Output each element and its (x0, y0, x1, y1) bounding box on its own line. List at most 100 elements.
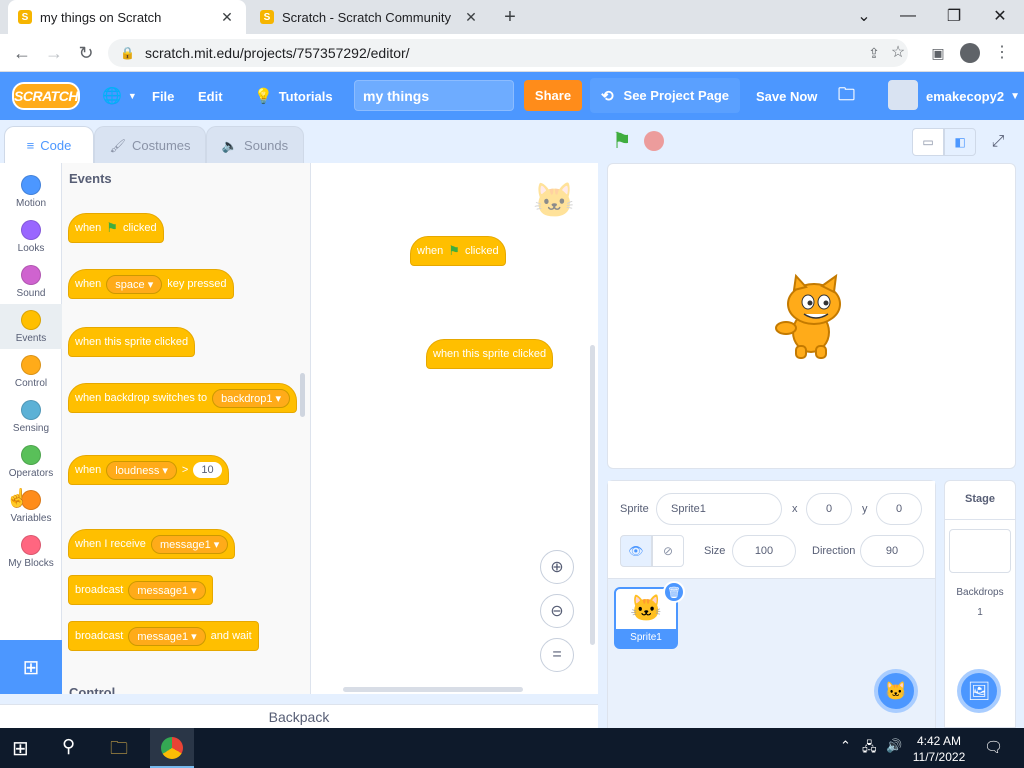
close-tab-icon[interactable]: ✕ (218, 9, 236, 26)
y-input[interactable]: 0 (876, 493, 922, 525)
category-operators[interactable]: Operators (0, 439, 62, 484)
network-icon[interactable]: 🖧 (862, 738, 877, 760)
category-my-blocks[interactable]: My Blocks (0, 529, 62, 574)
key-dropdown[interactable]: space ▾ (106, 274, 163, 294)
bookmark-star-icon[interactable]: ☆ (886, 42, 910, 64)
category-looks[interactable]: Looks (0, 214, 62, 259)
chrome-taskbar-item[interactable] (150, 728, 194, 768)
hide-sprite-eye-slash-icon[interactable]: ⊘ (652, 535, 684, 567)
windows-start-icon[interactable]: ⊞ (12, 736, 29, 761)
search-icon[interactable]: ⚲ (62, 736, 75, 757)
profile-icon[interactable] (960, 43, 980, 63)
block-when-flag-clicked[interactable]: when ⚑ clicked (68, 213, 164, 243)
category-control[interactable]: Control (0, 349, 62, 394)
tutorials-button[interactable]: 💡 Tutorials (254, 72, 333, 120)
tab-costumes[interactable]: 🖌 Costumes (94, 126, 206, 164)
account-menu[interactable]: emakecopy2 ▼ (926, 72, 1020, 120)
show-sprite-eye-icon[interactable]: 👁 (620, 535, 652, 567)
script-vertical-scrollbar[interactable] (590, 345, 595, 645)
edit-menu[interactable]: Edit (198, 72, 223, 120)
share-button[interactable]: Share (524, 80, 582, 111)
loudness-dropdown[interactable]: loudness ▾ (106, 460, 177, 480)
fullscreen-icon[interactable]: ⤢ (984, 128, 1012, 156)
x-input[interactable]: 0 (806, 493, 852, 525)
backdrop-thumbnail[interactable] (949, 529, 1011, 573)
zoom-reset-icon[interactable]: = (540, 638, 574, 672)
save-now-button[interactable]: Save Now (756, 72, 817, 120)
size-label: Size (704, 545, 726, 557)
see-project-page-button[interactable]: ⟲ See Project Page (590, 78, 740, 113)
sprite-name-input[interactable]: Sprite1 (656, 493, 782, 525)
tab-sounds[interactable]: 🔈 Sounds (206, 126, 304, 164)
block-when-sprite-clicked[interactable]: when this sprite clicked (68, 327, 196, 357)
restore-icon[interactable]: ❐ (932, 4, 976, 28)
file-menu[interactable]: File (152, 72, 174, 120)
tray-chevron-up-icon[interactable]: ⌃ (840, 738, 851, 754)
window-close-icon[interactable]: ✕ (978, 4, 1022, 28)
url-field[interactable]: 🔒 scratch.mit.edu/projects/757357292/edi… (108, 39, 908, 67)
block-broadcast[interactable]: broadcast message1 ▾ (68, 575, 213, 605)
backpack-bar[interactable]: Backpack (0, 704, 598, 728)
script-block-when-flag-clicked[interactable]: when ⚑ clicked (410, 236, 506, 266)
direction-input[interactable]: 90 (860, 535, 924, 567)
volume-icon[interactable]: 🔊 (886, 738, 902, 754)
small-stage-icon[interactable]: ▭ (912, 128, 944, 156)
green-flag-icon[interactable]: ⚑ (612, 128, 632, 154)
add-extension-button[interactable]: ⊞ (0, 640, 62, 694)
category-motion[interactable]: Motion (0, 169, 62, 214)
category-sensing[interactable]: Sensing (0, 394, 62, 439)
reload-icon[interactable]: ↻ (74, 42, 98, 64)
stage-canvas[interactable] (607, 163, 1016, 469)
message-dropdown[interactable]: message1 ▾ (128, 626, 206, 646)
tab-search-chevron-icon[interactable]: ⌄ (842, 4, 886, 28)
block-broadcast-and-wait[interactable]: broadcast message1 ▾ and wait (68, 621, 259, 651)
tab-code[interactable]: ≡ Code (4, 126, 94, 164)
stage-selector[interactable]: Stage Backdrops 1 🖼 (944, 480, 1016, 728)
close-tab-icon[interactable]: ✕ (462, 9, 480, 26)
choose-sprite-cat-icon[interactable]: 🐱 (874, 669, 918, 713)
share-page-icon[interactable]: ⇪ (862, 42, 886, 64)
back-icon[interactable]: ← (10, 42, 34, 64)
file-explorer-icon[interactable]: 🗀 (110, 736, 128, 766)
category-events[interactable]: Events (0, 304, 62, 349)
new-tab-icon[interactable]: + (498, 6, 522, 28)
dropdown-value: message1 (137, 584, 189, 597)
message-dropdown[interactable]: message1 ▾ (128, 580, 206, 600)
normal-stage-icon[interactable]: ◧ (944, 128, 976, 156)
script-block-when-sprite-clicked[interactable]: when this sprite clicked (426, 339, 554, 369)
backdrop-dropdown[interactable]: backdrop1 ▾ (212, 388, 291, 408)
notifications-icon[interactable]: 🗨 (984, 738, 1003, 756)
category-sound[interactable]: Sound (0, 259, 62, 304)
block-when-i-receive[interactable]: when I receive message1 ▾ (68, 529, 236, 559)
avatar[interactable] (888, 80, 918, 110)
browser-menu-icon[interactable]: ⋮ (990, 42, 1014, 64)
browser-tab[interactable]: S Scratch - Scratch Community Gu ✕ (250, 0, 490, 34)
block-text: key pressed (167, 278, 227, 290)
minimize-icon[interactable]: — (886, 4, 930, 28)
palette-scrollbar[interactable] (300, 373, 305, 417)
forward-icon[interactable]: → (42, 42, 66, 64)
project-title-input[interactable]: my things (354, 80, 514, 111)
block-when-key-pressed[interactable]: when space ▾ key pressed (68, 269, 234, 299)
cat-sprite-icon[interactable] (766, 272, 856, 362)
stop-icon[interactable] (644, 131, 664, 151)
tutorials-label: Tutorials (278, 88, 333, 104)
script-horizontal-scrollbar[interactable] (343, 687, 523, 692)
side-panel-icon[interactable]: ▣ (926, 42, 950, 64)
zoom-out-icon[interactable]: ⊖ (540, 594, 574, 628)
size-input[interactable]: 100 (732, 535, 796, 567)
browser-tab-active[interactable]: S my things on Scratch ✕ (8, 0, 246, 34)
block-when-loudness[interactable]: when loudness ▾ >10 (68, 455, 229, 485)
choose-backdrop-icon[interactable]: 🖼 (957, 669, 1001, 713)
block-when-backdrop-switches[interactable]: when backdrop switches to backdrop1 ▾ (68, 383, 298, 413)
loudness-value-input[interactable]: 10 (193, 462, 222, 478)
script-area[interactable]: 🐱 when ⚑ clicked when this sprite clicked … (311, 163, 598, 694)
scratch-logo[interactable]: SCRATCH (12, 82, 80, 110)
message-dropdown[interactable]: message1 ▾ (150, 534, 229, 554)
block-text: and wait (210, 630, 252, 642)
delete-sprite-trash-icon[interactable]: 🗑 (663, 581, 685, 603)
zoom-in-icon[interactable]: ⊕ (540, 550, 574, 584)
taskbar-clock[interactable]: 4:42 AM 11/7/2022 (908, 734, 970, 764)
my-stuff-folder-icon[interactable]: 🗀 (838, 72, 855, 120)
language-globe-icon[interactable]: 🌐 ▼ (102, 72, 137, 120)
